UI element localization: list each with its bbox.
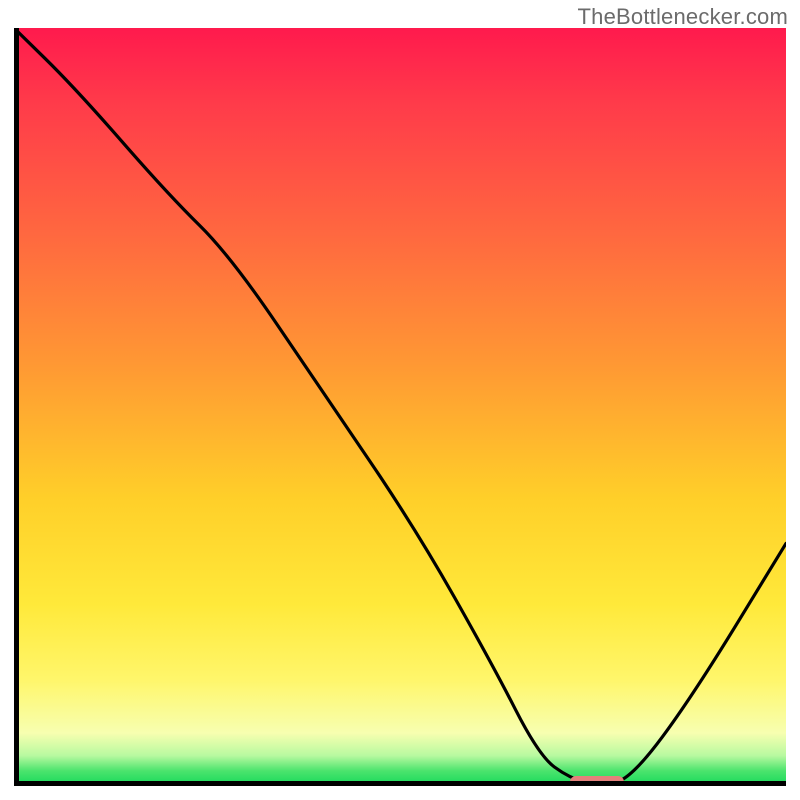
chart-container: TheBottlenecker.com (0, 0, 800, 800)
optimal-range-marker (570, 776, 624, 786)
curve-svg (14, 28, 786, 786)
plot-area (14, 28, 786, 786)
bottleneck-curve-path (14, 28, 786, 784)
watermark-text: TheBottlenecker.com (578, 4, 788, 30)
